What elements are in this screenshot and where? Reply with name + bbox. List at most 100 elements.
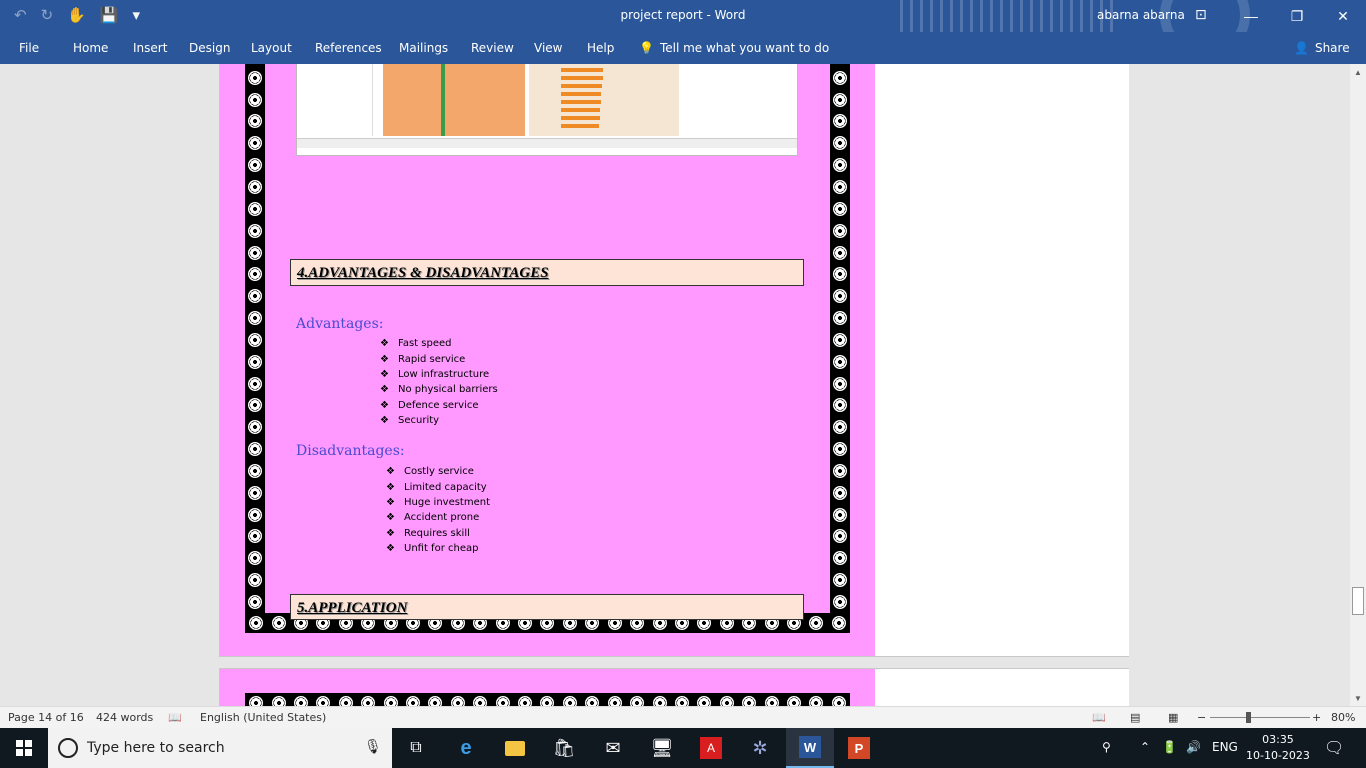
zoom-out-icon[interactable]: − [1197,711,1206,724]
diamond-bullet-icon: ❖ [380,368,389,380]
flower-border-icon [248,529,262,544]
list-item: ❖ Security [380,415,440,427]
flower-border-icon [786,696,801,706]
tab-mailings[interactable]: Mailings [399,41,448,55]
edge-icon[interactable]: e [442,728,490,768]
page-right-margin [875,64,1129,656]
tab-insert[interactable]: Insert [133,41,167,55]
scrollbar-thumb[interactable] [1352,587,1364,615]
flower-border-icon [674,696,689,706]
minimize-button[interactable]: — [1228,0,1274,32]
zoom-in-icon[interactable]: + [1312,711,1321,724]
flower-border-icon [248,376,262,391]
tab-review[interactable]: Review [471,41,514,55]
flower-border-icon [719,696,734,706]
taskbar-search[interactable]: Type here to search 🎙 [48,728,392,768]
flower-border-icon [248,551,262,566]
file-explorer-icon[interactable] [491,728,539,768]
flower-border-icon [248,179,262,194]
section5-heading: 5.APPLICATION [297,600,408,616]
flower-border-icon [809,616,824,630]
scroll-down-icon[interactable]: ▼ [1350,690,1366,706]
next-document-page[interactable] [219,668,1129,706]
flower-border-icon [248,573,262,588]
people-icon[interactable]: ⚲ [1102,740,1111,754]
zoom-slider-thumb[interactable] [1246,712,1251,723]
microphone-icon[interactable]: 🎙 [364,738,382,755]
print-layout-icon[interactable]: ▤ [1130,711,1140,724]
tab-home[interactable]: Home [73,41,108,55]
share-button[interactable]: 👤 Share [1294,41,1350,55]
acrobat-icon[interactable]: A [687,728,735,768]
language-indicator[interactable]: English (United States) [200,711,326,724]
word-count[interactable]: 424 words [96,711,153,724]
flower-border-icon [833,158,847,173]
volume-icon[interactable]: 🔊 [1186,740,1201,754]
word-taskbar-icon[interactable]: W [786,728,834,768]
embedded-dashboard-image[interactable] [296,64,798,156]
page-border-left [245,64,265,613]
powerpoint-taskbar-icon[interactable]: P [835,728,883,768]
restore-button[interactable]: ❐ [1274,0,1320,32]
image-bar [561,124,599,128]
scroll-up-icon[interactable]: ▲ [1350,64,1366,80]
tab-references[interactable]: References [315,41,382,55]
page-right-margin [875,669,1129,706]
tab-layout[interactable]: Layout [251,41,292,55]
diamond-bullet-icon: ❖ [386,466,395,478]
share-label: Share [1314,41,1350,55]
tell-me-search[interactable]: 💡 Tell me what you want to do [639,41,829,55]
battery-icon[interactable]: 🔋 [1162,740,1177,754]
list-item: ❖ Accident prone [386,512,480,524]
tab-file[interactable]: File [19,41,39,55]
read-mode-icon[interactable]: 📖 [1092,711,1106,724]
start-button[interactable] [0,728,48,768]
flower-border-icon [248,158,262,173]
list-item: ❖ Unfit for cheap [386,543,479,555]
flower-border-icon [833,267,847,282]
page-count[interactable]: Page 14 of 16 [8,711,84,724]
flower-border-icon [607,696,622,706]
clock-time: 03:35 [1262,733,1294,746]
diamond-bullet-icon: ❖ [380,384,389,396]
tab-help[interactable]: Help [587,41,614,55]
ribbon-display-options-icon[interactable]: ⊡ [1195,6,1207,23]
web-layout-icon[interactable]: ▦ [1168,711,1178,724]
tell-me-label: Tell me what you want to do [659,41,830,55]
store-icon[interactable]: 🛍 [540,728,588,768]
user-name[interactable]: abarna abarna [1097,8,1185,22]
mail-icon[interactable]: ✉ [589,728,637,768]
zoom-level[interactable]: 80% [1331,711,1355,724]
task-view-icon[interactable]: ⧉ [392,728,440,768]
person-icon: 👤 [1294,41,1309,55]
notification-icon[interactable]: 🗨 [1324,738,1344,757]
document-page[interactable]: 4.ADVANTAGES & DISADVANTAGES Advantages:… [219,64,1129,657]
tab-design[interactable]: Design [189,41,230,55]
zoom-slider[interactable] [1210,717,1310,718]
flower-border-icon [316,696,331,706]
flower-border-icon [495,696,510,706]
flower-border-icon [248,442,262,457]
flower-border-icon [833,485,847,500]
system-clock[interactable]: 03:35 10-10-2023 [1246,732,1310,764]
tab-view[interactable]: View [534,41,562,55]
image-bar [561,84,602,88]
show-hidden-icons[interactable]: ⌃ [1140,740,1150,754]
computer-app-icon[interactable]: 🖥 [638,728,686,768]
proofing-icon[interactable]: 📖 [168,711,182,724]
flower-border-icon [248,201,262,216]
vertical-scrollbar[interactable]: ▲ ▼ [1350,64,1366,706]
document-workspace[interactable]: 4.ADVANTAGES & DISADVANTAGES Advantages:… [0,64,1350,706]
list-item: ❖ Limited capacity [386,481,487,493]
flower-border-icon [630,696,645,706]
flower-border-icon [271,616,286,630]
disadvantages-list: ❖ Costly service ❖ Limited capacity ❖ Huge … [386,464,490,556]
flower-border-icon [248,311,262,326]
flower-border-icon [833,136,847,151]
flower-border-icon [742,696,757,706]
flower-border-icon [248,595,262,610]
input-language[interactable]: ENG [1212,740,1238,754]
close-button[interactable]: ✕ [1320,0,1366,32]
diamond-bullet-icon: ❖ [386,543,395,555]
snipping-tool-icon[interactable]: ✲ [736,728,784,768]
